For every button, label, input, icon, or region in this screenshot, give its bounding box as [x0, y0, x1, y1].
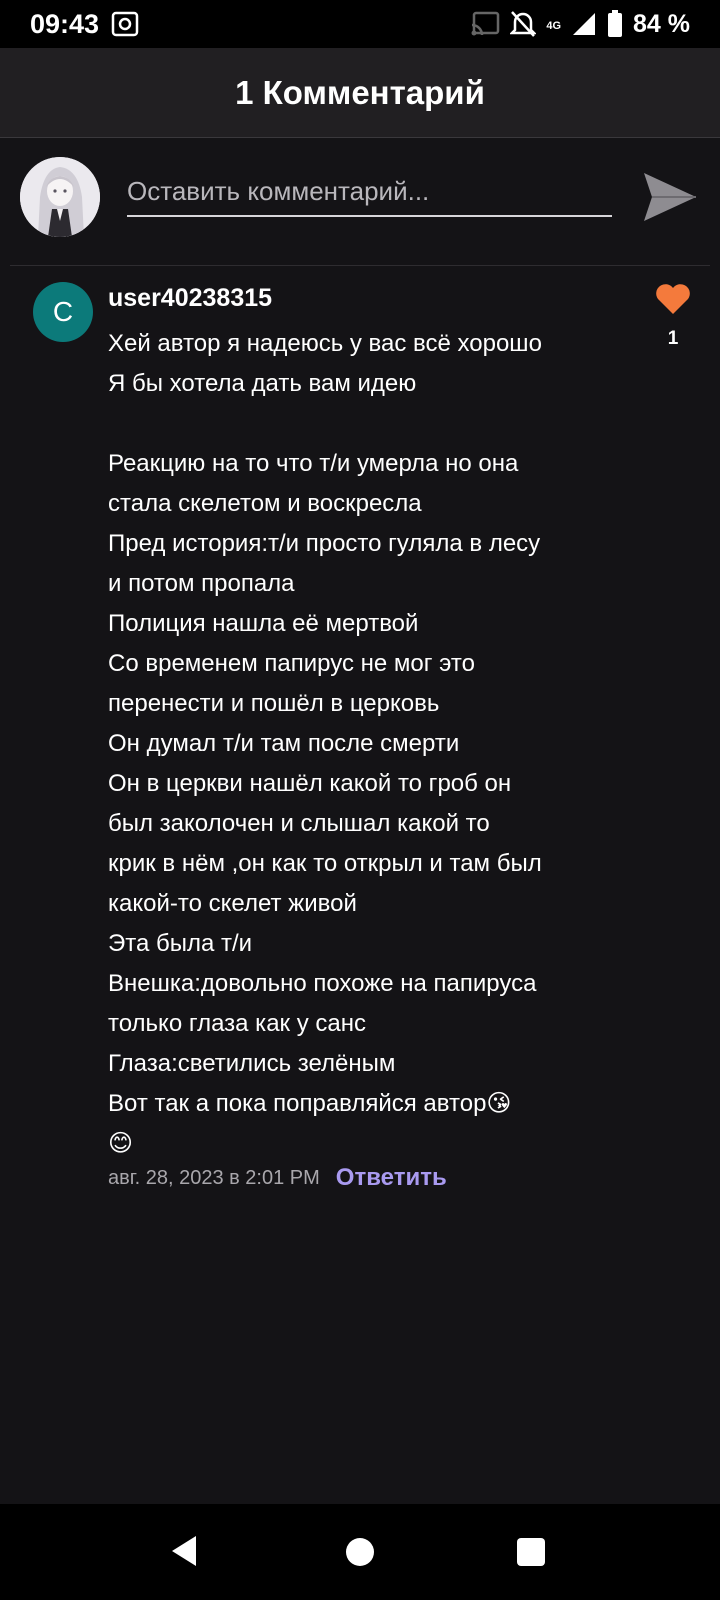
comment-line: Пред история:т/и просто гуляла в лесу: [108, 530, 541, 557]
cast-icon: [471, 11, 500, 36]
comment-line: крик в нём ,он как то открыл и там был: [108, 850, 542, 877]
system-nav-bar: [0, 1504, 720, 1600]
battery-icon: [608, 10, 623, 37]
comment-line: Эта была т/и: [108, 930, 253, 957]
send-icon[interactable]: [640, 169, 698, 225]
comment-input[interactable]: [127, 167, 612, 217]
comment-line: [108, 404, 608, 444]
avatar-letter: C: [52, 296, 74, 327]
comment-line: Вот так а пока поправляйся автор😘: [108, 1090, 512, 1117]
comment-line: Полиция нашла её мертвой: [108, 610, 419, 637]
commenter-avatar[interactable]: C: [33, 282, 93, 342]
comment-line: 😊: [108, 1130, 134, 1157]
status-bar: 09:43 4G 84 %: [0, 0, 720, 48]
comment-line: стала скелетом и воскресла: [108, 490, 422, 517]
comment-date: авг. 28, 2023 в 2:01 PM: [108, 1166, 320, 1189]
comment-line: Глаза:светились зелёным: [108, 1050, 396, 1077]
back-icon[interactable]: [170, 1534, 198, 1568]
comment-line: Внешка:довольно похоже на папируса: [108, 970, 537, 997]
status-time: 09:43: [30, 8, 100, 39]
comment-line: Хей автор я надеюсь у вас всё хорошо: [108, 330, 542, 357]
like-count: 1: [667, 328, 679, 349]
comment-line: перенести и пошёл в церковь: [108, 690, 440, 717]
network-type: 4G: [546, 19, 562, 32]
battery-percent: 84 %: [633, 9, 690, 38]
mute-icon: [510, 11, 537, 37]
header: 1 Комментарий: [0, 48, 720, 138]
comment-line: Он думал т/и там после смерти: [108, 730, 460, 757]
gallery-icon: [111, 11, 139, 37]
reply-button[interactable]: Ответить: [336, 1164, 447, 1192]
comment-composer: [0, 139, 720, 265]
comment-line: Реакцию на то что т/и умерла но она: [108, 450, 519, 477]
page-title: 1 Комментарий: [235, 73, 485, 111]
comment-line: и потом пропала: [108, 570, 295, 597]
comment-text: Хей автор я надеюсь у вас всё хорошо Я б…: [108, 324, 608, 1164]
my-avatar[interactable]: [20, 157, 100, 237]
comment-username[interactable]: user40238315: [108, 284, 272, 313]
home-icon[interactable]: [346, 1538, 374, 1566]
comment-line: был заколочен и слышал какой то: [108, 810, 490, 837]
comment-meta: авг. 28, 2023 в 2:01 PM Ответить: [108, 1164, 447, 1192]
signal-icon: [573, 13, 596, 35]
divider: [10, 265, 710, 266]
heart-icon[interactable]: [654, 282, 692, 316]
comment-line: Со временем папирус не мог это: [108, 650, 475, 677]
recents-icon[interactable]: [517, 1538, 545, 1566]
comment-line: Он в церкви нашёл какой то гроб он: [108, 770, 512, 797]
comment-line: только глаза как у санс: [108, 1010, 366, 1037]
comment-line: какой-то скелет живой: [108, 890, 357, 917]
comment-line: Я бы хотела дать вам идею: [108, 370, 417, 397]
